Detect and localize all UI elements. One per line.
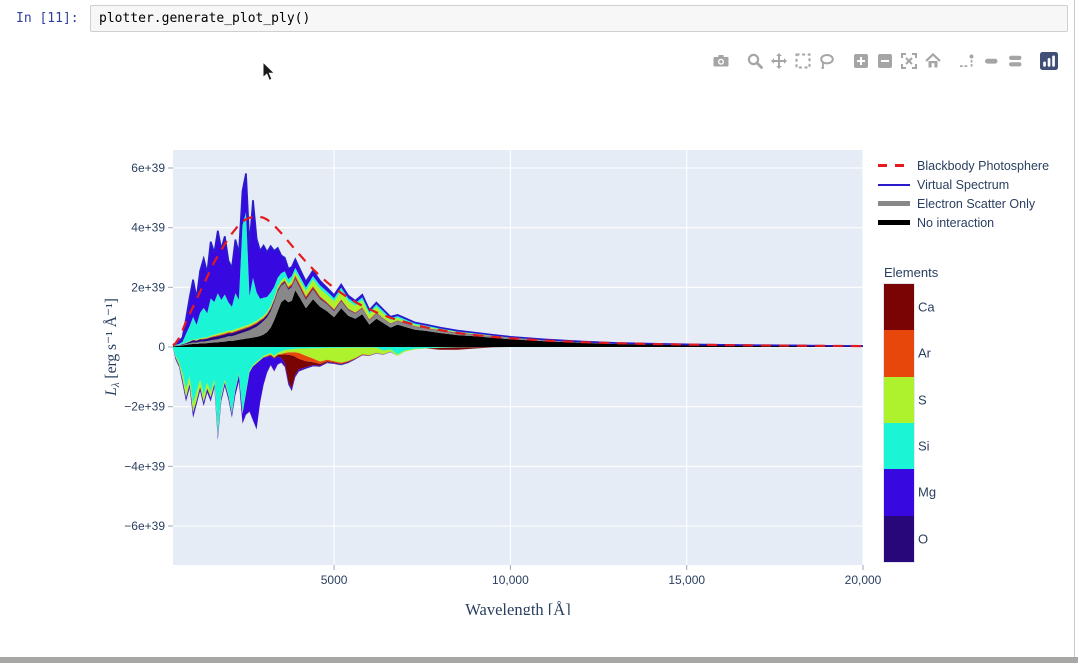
x-tick-label: 20,000 <box>845 573 882 587</box>
x-tick-label: 15,000 <box>668 573 705 587</box>
colorbar-label: Mg <box>918 485 936 500</box>
plotly-modebar <box>706 52 1058 70</box>
pan-icon[interactable] <box>770 52 788 70</box>
show-closest-on-hover-icon[interactable] <box>982 52 1000 70</box>
autoscale-icon[interactable] <box>900 52 918 70</box>
legend-item-no-interaction[interactable]: No interaction <box>878 213 1049 232</box>
mouse-cursor <box>262 62 282 84</box>
plotly-logo-icon[interactable] <box>1040 52 1058 70</box>
y-tick-label: −6e+39 <box>124 519 165 533</box>
code-input[interactable]: plotter.generate_plot_ply() <box>90 5 1068 32</box>
colorbar-label: Ca <box>918 300 935 315</box>
colorbar-segment-ca: Ca <box>884 284 914 330</box>
jupyter-notebook-screen: In [11]: plotter.generate_plot_ply() 6e+… <box>0 0 1078 665</box>
legend-label: Blackbody Photosphere <box>917 159 1049 173</box>
lasso-select-icon[interactable] <box>818 52 836 70</box>
colorbar-segment-mg: Mg <box>884 469 914 515</box>
y-tick-label: −4e+39 <box>124 459 165 473</box>
y-tick-label: −2e+39 <box>124 400 165 414</box>
x-tick-label: 10,000 <box>492 573 529 587</box>
sdec-plot[interactable]: 6e+39 4e+39 2e+39 0 −2e+39 −4e+39 −6e+39 5000 10… <box>100 130 890 615</box>
toggle-spike-lines-icon[interactable] <box>958 52 976 70</box>
compare-data-on-hover-icon[interactable] <box>1006 52 1024 70</box>
colorbar-label: Si <box>918 439 930 454</box>
x-axis-title: Wavelength [Å] <box>465 600 570 615</box>
camera-icon[interactable] <box>712 52 730 70</box>
code-text: plotter.generate_plot_ply() <box>99 11 310 26</box>
zoom-icon[interactable] <box>746 52 764 70</box>
y-axis-title: Lλ [erg s⁻¹ Å⁻¹] <box>103 298 122 397</box>
box-select-icon[interactable] <box>794 52 812 70</box>
input-prompt: In [11]: <box>16 11 88 26</box>
legend-item-blackbody-photosphere[interactable]: Blackbody Photosphere <box>878 156 1049 175</box>
legend-item-virtual-spectrum[interactable]: Virtual Spectrum <box>878 175 1049 194</box>
reset-axes-home-icon[interactable] <box>924 52 942 70</box>
colorbar-segment-si: Si <box>884 423 914 469</box>
window-right-border <box>1074 0 1075 660</box>
legend-label: Electron Scatter Only <box>917 197 1035 211</box>
y-tick-label: 4e+39 <box>131 221 165 235</box>
plot-legend: Blackbody Photosphere Virtual Spectrum Ele… <box>878 156 1049 232</box>
legend-item-electron-scatter-only[interactable]: Electron Scatter Only <box>878 194 1049 213</box>
colorbar-segment-o: O <box>884 516 914 562</box>
colorbar-label: O <box>918 531 928 546</box>
colorbar-label: S <box>918 392 927 407</box>
colorbar-segment-s: S <box>884 377 914 423</box>
zoom-out-icon[interactable] <box>876 52 894 70</box>
x-tick-label: 5000 <box>321 573 348 587</box>
legend-marker-icon <box>878 184 910 186</box>
y-tick-label: 0 <box>158 340 165 354</box>
legend-label: No interaction <box>917 216 994 230</box>
elements-colorbar: CaArSSiMgO <box>884 284 914 562</box>
y-tick-label: 6e+39 <box>131 161 165 175</box>
legend-marker-icon <box>878 201 910 206</box>
colorbar-segment-ar: Ar <box>884 330 914 376</box>
legend-label: Virtual Spectrum <box>917 178 1009 192</box>
y-tick-label: 2e+39 <box>131 280 165 294</box>
colorbar-title: Elements <box>884 265 938 280</box>
legend-marker-icon <box>878 220 910 225</box>
zoom-in-icon[interactable] <box>852 52 870 70</box>
colorbar-label: Ar <box>918 346 931 361</box>
legend-marker-icon <box>878 164 910 167</box>
window-bottom-bar <box>0 657 1078 663</box>
